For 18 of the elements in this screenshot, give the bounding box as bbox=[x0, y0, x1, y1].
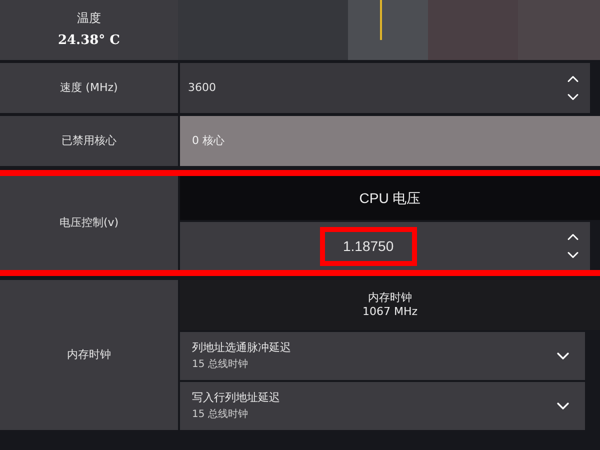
timing-dropdown[interactable]: 写入行列地址延迟 15 总线时钟 bbox=[180, 382, 585, 430]
timing-name: 列地址选通脉冲延迟 bbox=[192, 340, 291, 356]
row-label: 内存时钟 bbox=[67, 346, 111, 363]
speed-field[interactable]: 3600 bbox=[180, 63, 590, 113]
cores-field: 0 核心 bbox=[180, 116, 600, 166]
temperature-value: 24.38° C bbox=[58, 32, 120, 50]
row-label: 速度 (MHz) bbox=[60, 80, 118, 96]
timing-value: 15 总线时钟 bbox=[192, 358, 249, 372]
section-subtitle: 1067 MHz bbox=[362, 305, 418, 319]
temperature-label: 温度 bbox=[77, 10, 101, 28]
section-title: CPU 电压 bbox=[359, 188, 421, 208]
section-title: 内存时钟 bbox=[368, 291, 412, 305]
timing-dropdown[interactable]: 列地址选通脉冲延迟 15 总线时钟 bbox=[180, 332, 585, 380]
voltage-field[interactable]: 1.18750 bbox=[180, 222, 590, 270]
row-label: 已禁用核心 bbox=[62, 132, 116, 149]
timing-value: 15 总线时钟 bbox=[192, 408, 249, 422]
row-label: 电压控制(v) bbox=[59, 214, 119, 231]
timing-name: 写入行列地址延迟 bbox=[192, 390, 280, 406]
